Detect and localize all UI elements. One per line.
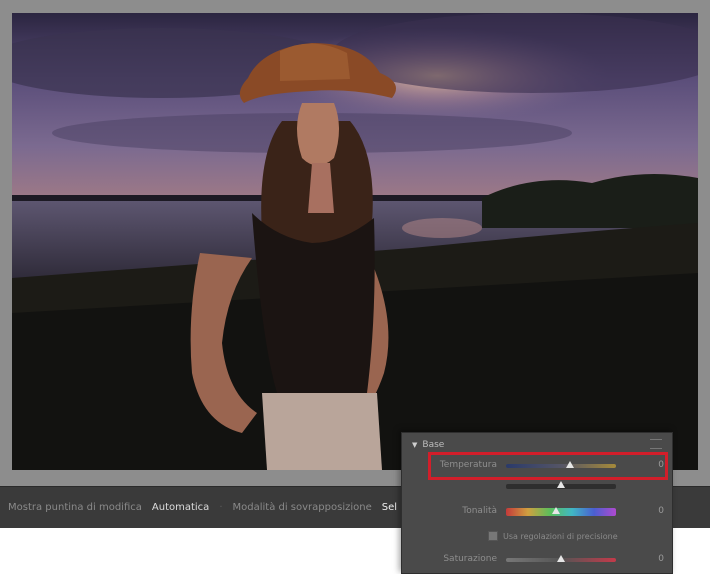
hue-slider-handle[interactable] <box>551 507 560 514</box>
precision-checkbox[interactable] <box>488 531 498 541</box>
photo[interactable] <box>12 13 698 470</box>
hue-label: Tonalità <box>462 506 497 516</box>
saturation-slider-handle[interactable] <box>557 555 565 562</box>
saturation-value[interactable]: 0 <box>640 554 664 564</box>
panel-title: Base <box>422 440 445 450</box>
hue-row: Tonalità 0 <box>402 503 672 521</box>
hidden-slider[interactable] <box>506 481 616 489</box>
basic-panel: ▼ Base Temperatura 0 Tonalità 0 Usa rego… <box>401 432 673 574</box>
precision-checkbox-row[interactable]: Usa regolazioni di precisione <box>488 531 618 541</box>
temperature-highlight-box <box>428 452 668 480</box>
overlay-mode-dropdown[interactable]: Sel <box>382 502 397 513</box>
saturation-label: Saturazione <box>443 554 497 564</box>
edit-pin-dropdown[interactable]: Automatica <box>152 502 209 513</box>
portrait-photo <box>12 13 698 470</box>
overlay-mode-label: Modalità di sovrapposizione <box>232 502 372 513</box>
hue-slider[interactable] <box>506 507 616 516</box>
saturation-slider[interactable] <box>506 555 616 562</box>
hidden-slider-handle[interactable] <box>557 481 565 488</box>
hue-value[interactable]: 0 <box>640 506 664 516</box>
toolbar-separator: · <box>219 502 223 513</box>
image-canvas <box>0 0 710 486</box>
saturation-row: Saturazione 0 <box>402 551 672 569</box>
disclosure-triangle-icon[interactable]: ▼ <box>412 439 417 451</box>
edit-pin-label: Mostra puntina di modifica <box>8 502 142 513</box>
precision-checkbox-label: Usa regolazioni di precisione <box>503 531 618 541</box>
panel-menu-icon[interactable] <box>650 439 662 449</box>
panel-header[interactable]: ▼ Base <box>412 439 444 451</box>
